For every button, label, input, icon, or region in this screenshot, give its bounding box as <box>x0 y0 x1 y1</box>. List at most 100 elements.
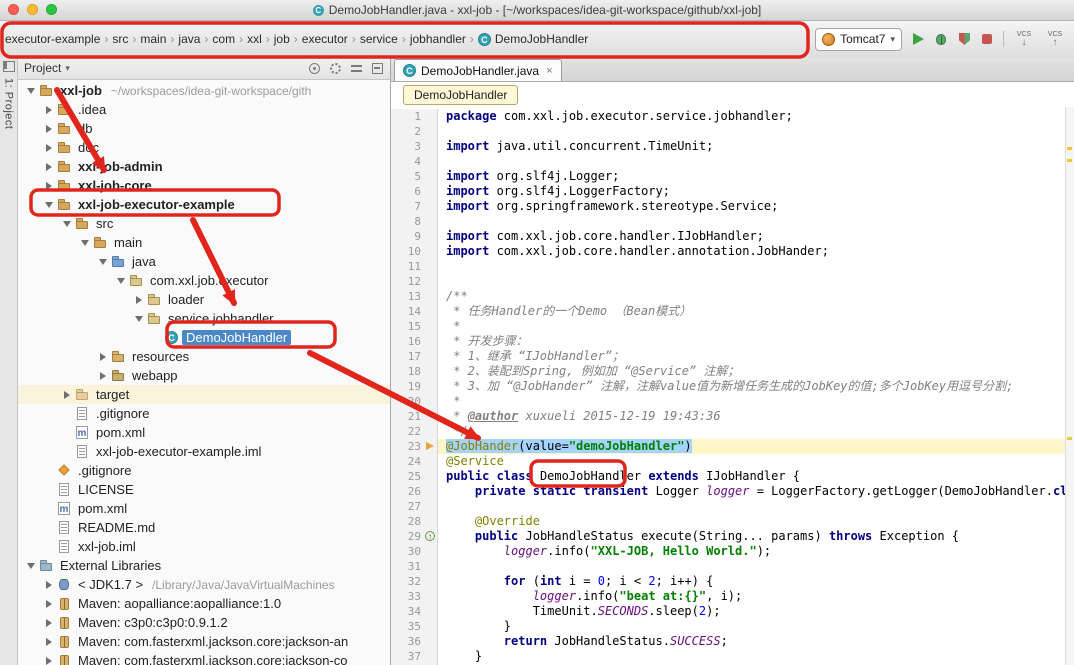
expand-toggle[interactable] <box>42 125 56 133</box>
code-line-13[interactable]: 13/** <box>391 289 1074 304</box>
tree-item-java[interactable]: java <box>18 252 390 271</box>
nav-crumb-executor[interactable]: executor <box>299 29 351 49</box>
minimize-window-button[interactable] <box>27 4 38 15</box>
locate-icon[interactable] <box>308 62 321 75</box>
expand-toggle[interactable] <box>96 372 110 380</box>
code-line-16[interactable]: 16 * 开发步骤： <box>391 334 1074 349</box>
stripe-mark[interactable] <box>1067 437 1072 440</box>
expand-toggle[interactable] <box>24 88 38 94</box>
line-number[interactable]: 35 <box>391 619 425 634</box>
line-number[interactable]: 24 <box>391 454 425 469</box>
code-line-15[interactable]: 15 * <box>391 319 1074 334</box>
tree-item-pom-xml[interactable]: pom.xml <box>18 499 390 518</box>
tree-item-maven-aopalliance-aopalliance-1-0[interactable]: Maven: aopalliance:aopalliance:1.0 <box>18 594 390 613</box>
line-number[interactable]: 14 <box>391 304 425 319</box>
code-line-11[interactable]: 11 <box>391 259 1074 274</box>
tree-item-xxl-job-iml[interactable]: xxl-job.iml <box>18 537 390 556</box>
debug-button[interactable] <box>934 32 948 46</box>
editor-breadcrumb-tag[interactable]: DemoJobHandler <box>403 85 518 105</box>
code-line-29[interactable]: 29 public JobHandleStatus execute(String… <box>391 529 1074 544</box>
line-number[interactable]: 6 <box>391 184 425 199</box>
code-line-19[interactable]: 19 * 3、加 “@JobHander” 注解，注解value值为新增任务生成… <box>391 379 1074 394</box>
expand-toggle[interactable] <box>42 600 56 608</box>
vcs-commit-button[interactable]: VCS ↑ <box>1044 29 1066 49</box>
expand-toggle[interactable] <box>132 316 146 322</box>
run-config-select[interactable]: Tomcat7 ▾ <box>815 28 902 51</box>
tree-item-gitignore[interactable]: .gitignore <box>18 461 390 480</box>
code-line-2[interactable]: 2 <box>391 124 1074 139</box>
expand-toggle[interactable] <box>78 240 92 246</box>
line-number[interactable]: 15 <box>391 319 425 334</box>
tree-item-loader[interactable]: loader <box>18 290 390 309</box>
tree-item-service-jobhandler[interactable]: service.jobhandler <box>18 309 390 328</box>
chevron-down-icon[interactable]: ▾ <box>65 63 70 74</box>
nav-crumb-com[interactable]: com <box>209 29 238 49</box>
line-number[interactable]: 19 <box>391 379 425 394</box>
code-line-4[interactable]: 4 <box>391 154 1074 169</box>
tree-item-idea[interactable]: .idea <box>18 100 390 119</box>
code-line-22[interactable]: 22 */ <box>391 424 1074 439</box>
tree-item-external-libraries[interactable]: External Libraries <box>18 556 390 575</box>
expand-toggle[interactable] <box>42 106 56 114</box>
project-tool-window-label[interactable]: 1: Project <box>3 78 15 129</box>
code-line-8[interactable]: 8 <box>391 214 1074 229</box>
code-line-37[interactable]: 37 } <box>391 649 1074 664</box>
line-number[interactable]: 33 <box>391 589 425 604</box>
tree-item-xxl-job-executor-example-iml[interactable]: xxl-job-executor-example.iml <box>18 442 390 461</box>
line-number[interactable]: 12 <box>391 274 425 289</box>
nav-crumb-demojobhandler[interactable]: CDemoJobHandler <box>475 29 591 49</box>
expand-toggle[interactable] <box>96 353 110 361</box>
line-number[interactable]: 13 <box>391 289 425 304</box>
arrow-gutter-icon[interactable] <box>425 439 438 454</box>
code-line-18[interactable]: 18 * 2、装配到Spring, 例如加 “@Service” 注解； <box>391 364 1074 379</box>
tree-item-demojobhandler[interactable]: DemoJobHandler <box>18 328 390 347</box>
expand-toggle[interactable] <box>96 259 110 265</box>
tree-item-xxl-job-executor-example[interactable]: xxl-job-executor-example <box>18 195 390 214</box>
code-line-31[interactable]: 31 <box>391 559 1074 574</box>
expand-toggle[interactable] <box>114 278 128 284</box>
line-number[interactable]: 23 <box>391 439 425 454</box>
code-line-24[interactable]: 24@Service <box>391 454 1074 469</box>
line-number[interactable]: 2 <box>391 124 425 139</box>
line-number[interactable]: 29 <box>391 529 425 544</box>
expand-toggle[interactable] <box>24 563 38 569</box>
code-line-32[interactable]: 32 for (int i = 0; i < 2; i++) { <box>391 574 1074 589</box>
stripe-mark[interactable] <box>1067 159 1072 162</box>
line-number[interactable]: 9 <box>391 229 425 244</box>
line-number[interactable]: 37 <box>391 649 425 664</box>
expand-toggle[interactable] <box>42 202 56 208</box>
line-number[interactable]: 28 <box>391 514 425 529</box>
nav-crumb-executor-example[interactable]: executor-example <box>2 29 103 49</box>
line-number[interactable]: 1 <box>391 109 425 124</box>
nav-crumb-main[interactable]: main <box>137 29 169 49</box>
code-line-5[interactable]: 5import org.slf4j.Logger; <box>391 169 1074 184</box>
code-line-25[interactable]: 25public class DemoJobHandler extends IJ… <box>391 469 1074 484</box>
line-number[interactable]: 7 <box>391 199 425 214</box>
tree-item-doc[interactable]: doc <box>18 138 390 157</box>
tree-item-target[interactable]: target <box>18 385 390 404</box>
override-gutter-icon[interactable] <box>425 529 438 544</box>
vcs-update-button[interactable]: VCS ↓ <box>1013 29 1035 49</box>
expand-toggle[interactable] <box>60 221 74 227</box>
tree-item-license[interactable]: LICENSE <box>18 480 390 499</box>
line-number[interactable]: 30 <box>391 544 425 559</box>
code-line-10[interactable]: 10import com.xxl.job.core.handler.annota… <box>391 244 1074 259</box>
line-number[interactable]: 36 <box>391 634 425 649</box>
run-button[interactable] <box>911 32 925 46</box>
line-number[interactable]: 5 <box>391 169 425 184</box>
code-line-9[interactable]: 9import com.xxl.job.core.handler.IJobHan… <box>391 229 1074 244</box>
tree-item-resources[interactable]: resources <box>18 347 390 366</box>
tree-item-gitignore[interactable]: .gitignore <box>18 404 390 423</box>
coverage-button[interactable] <box>957 32 971 46</box>
code-line-12[interactable]: 12 <box>391 274 1074 289</box>
tree-item-xxl-job-admin[interactable]: xxl-job-admin <box>18 157 390 176</box>
line-number[interactable]: 4 <box>391 154 425 169</box>
code-line-7[interactable]: 7import org.springframework.stereotype.S… <box>391 199 1074 214</box>
tree-item-readme-md[interactable]: README.md <box>18 518 390 537</box>
code-line-35[interactable]: 35 } <box>391 619 1074 634</box>
tree-item-webapp[interactable]: webapp <box>18 366 390 385</box>
tab-demojobhandler[interactable]: C DemoJobHandler.java × <box>394 59 562 81</box>
close-icon[interactable]: × <box>544 65 552 77</box>
line-number[interactable]: 31 <box>391 559 425 574</box>
tree-item-xxl-job-core[interactable]: xxl-job-core <box>18 176 390 195</box>
